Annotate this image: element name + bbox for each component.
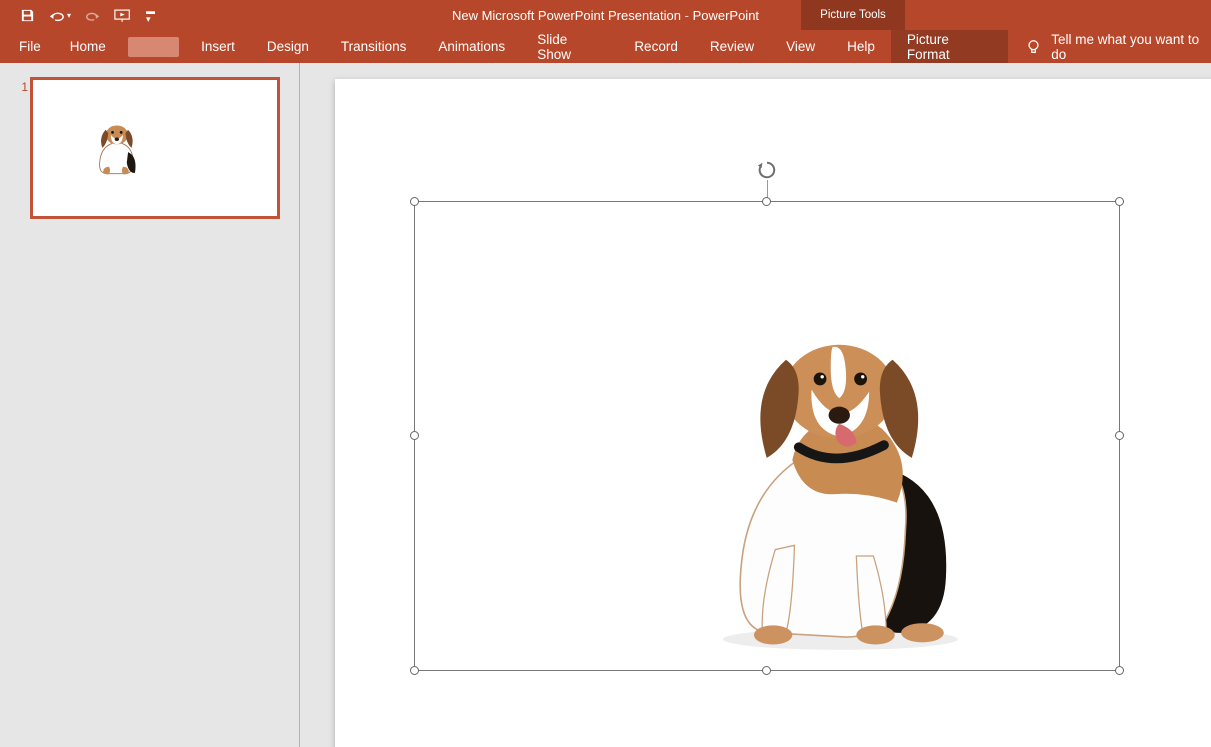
handle-ne[interactable]: [1115, 197, 1124, 206]
tab-transitions[interactable]: Transitions: [325, 30, 423, 63]
slide-number: 1: [14, 77, 28, 94]
slide-canvas-area[interactable]: [300, 63, 1211, 747]
overflow-icon: ▬▾: [146, 7, 155, 23]
title-sep: -: [681, 8, 693, 23]
undo-icon: [49, 8, 65, 23]
handle-e[interactable]: [1115, 431, 1124, 440]
customize-qat-button[interactable]: ▬▾: [146, 7, 155, 23]
tab-help[interactable]: Help: [831, 30, 891, 63]
tab-label: Home: [70, 39, 106, 54]
slide-thumbnail-row: 1: [14, 77, 285, 219]
handle-s[interactable]: [762, 666, 771, 675]
tab-insert[interactable]: Insert: [185, 30, 251, 63]
tab-label: Animations: [438, 39, 505, 54]
handle-w[interactable]: [410, 431, 419, 440]
redo-icon: [85, 8, 100, 23]
save-icon: [20, 8, 35, 23]
tab-view[interactable]: View: [770, 30, 831, 63]
tab-picture-format[interactable]: Picture Format: [891, 30, 1008, 63]
selected-picture-frame[interactable]: [414, 201, 1120, 671]
slide-surface[interactable]: [335, 79, 1211, 747]
tab-design[interactable]: Design: [251, 30, 325, 63]
tab-label: Slide Show: [537, 32, 602, 62]
tell-me-search[interactable]: Tell me what you want to do: [1026, 32, 1211, 62]
handle-nw[interactable]: [410, 197, 419, 206]
tab-label: Picture Format: [907, 32, 992, 62]
tab-hidden-highlight: [128, 37, 179, 57]
handle-se[interactable]: [1115, 666, 1124, 675]
quick-access-toolbar: ▾ ▬▾: [0, 7, 155, 23]
tab-label: Review: [710, 39, 754, 54]
presentation-icon: [114, 8, 132, 23]
tab-home[interactable]: Home: [54, 30, 122, 63]
handle-sw[interactable]: [410, 666, 419, 675]
tab-slideshow[interactable]: Slide Show: [521, 30, 618, 63]
handle-n[interactable]: [762, 197, 771, 206]
tell-me-placeholder: Tell me what you want to do: [1051, 32, 1211, 62]
slide-thumbnail-1[interactable]: [30, 77, 280, 219]
rotate-icon: [756, 160, 778, 180]
contextual-tab-group-label: Picture Tools: [820, 9, 886, 21]
doc-name: New Microsoft PowerPoint Presentation: [452, 8, 681, 23]
tab-label: Record: [634, 39, 678, 54]
dog-thumbnail-icon: [88, 122, 144, 178]
redo-button[interactable]: [85, 8, 100, 23]
tab-label: Help: [847, 39, 875, 54]
tab-label: File: [19, 39, 41, 54]
workspace: 1: [0, 63, 1211, 747]
window-title: New Microsoft PowerPoint Presentation - …: [0, 8, 1211, 23]
tab-record[interactable]: Record: [618, 30, 694, 63]
save-button[interactable]: [20, 8, 35, 23]
tab-label: Insert: [201, 39, 235, 54]
app-name: PowerPoint: [693, 8, 759, 23]
dog-picture[interactable]: [695, 332, 975, 652]
lightbulb-icon: [1026, 39, 1041, 55]
title-bar: ▾ ▬▾ New Microsoft PowerPoint Presentati…: [0, 0, 1211, 30]
tab-label: Transitions: [341, 39, 407, 54]
tab-file[interactable]: File: [0, 30, 54, 63]
ribbon-tabs: File Home Insert Design Transitions Anim…: [0, 30, 1211, 63]
contextual-tab-group: Picture Tools: [801, 0, 905, 30]
chevron-down-icon: ▾: [67, 11, 71, 20]
start-from-beginning-button[interactable]: [114, 8, 132, 23]
tab-label: View: [786, 39, 815, 54]
tab-animations[interactable]: Animations: [422, 30, 521, 63]
tab-label: Design: [267, 39, 309, 54]
tab-review[interactable]: Review: [694, 30, 770, 63]
undo-button[interactable]: ▾: [49, 8, 71, 23]
slide-navigator[interactable]: 1: [0, 63, 300, 747]
